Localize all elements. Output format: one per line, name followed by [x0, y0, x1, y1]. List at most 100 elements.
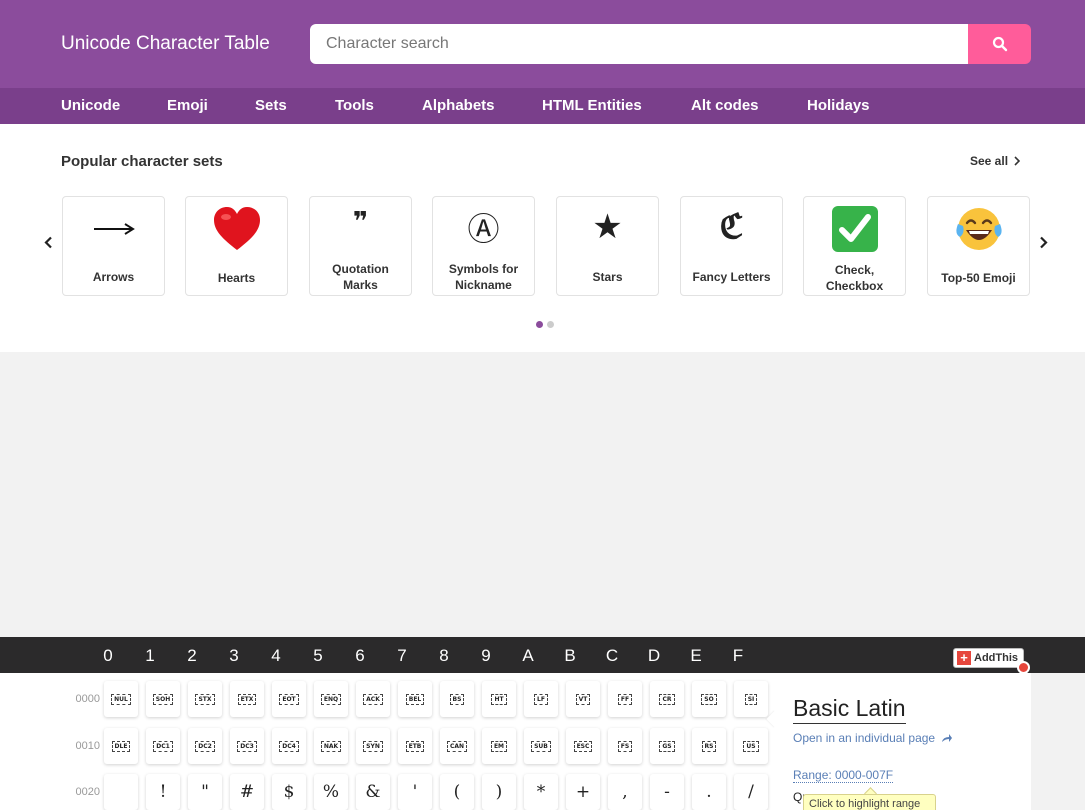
character-glyph: / — [748, 782, 754, 802]
character-cell[interactable]: ESC — [566, 728, 600, 764]
nav-item-sets[interactable]: Sets — [255, 97, 287, 114]
set-card-fancy-letters[interactable]: ℭ Fancy Letters — [680, 196, 783, 296]
carousel-prev-button[interactable] — [44, 236, 53, 254]
nav-item-holidays[interactable]: Holidays — [807, 97, 870, 114]
table-column-header: 0 1 2 3 4 5 6 7 8 9 A B C D E F — [0, 637, 1085, 673]
control-char-label: BEL — [405, 693, 425, 705]
character-cell[interactable]: DC4 — [272, 728, 306, 764]
character-cell[interactable]: STX — [188, 681, 222, 717]
nav-item-emoji[interactable]: Emoji — [167, 97, 208, 114]
character-cell[interactable]: EM — [482, 728, 516, 764]
character-cell[interactable]: / — [734, 774, 768, 810]
search-input[interactable] — [310, 24, 968, 64]
section-title: Popular character sets — [61, 153, 223, 170]
character-cell[interactable]: DC1 — [146, 728, 180, 764]
site-logo-title[interactable]: Unicode Character Table — [61, 33, 270, 55]
character-cell[interactable]: - — [650, 774, 684, 810]
character-cell[interactable]: US — [734, 728, 768, 764]
set-card-check-checkbox[interactable]: Check, Checkbox — [803, 196, 906, 296]
character-cell[interactable]: GS — [650, 728, 684, 764]
set-card-hearts[interactable]: Hearts — [185, 196, 288, 296]
character-cell[interactable]: BEL — [398, 681, 432, 717]
nav-item-alt-codes[interactable]: Alt codes — [691, 97, 759, 114]
character-cell[interactable]: NAK — [314, 728, 348, 764]
pager-dot[interactable] — [547, 321, 554, 328]
character-cell[interactable] — [104, 774, 138, 810]
character-cell[interactable]: RS — [692, 728, 726, 764]
set-card-top-50-emoji[interactable]: Top-50 Emoji — [927, 196, 1030, 296]
character-cell[interactable]: ETX — [230, 681, 264, 717]
character-cell[interactable]: ETB — [398, 728, 432, 764]
character-cell[interactable]: LF — [524, 681, 558, 717]
control-char-label: CR — [659, 693, 675, 705]
character-cell[interactable]: + — [566, 774, 600, 810]
fancy-letter-icon: ℭ — [719, 207, 744, 247]
nav-item-unicode[interactable]: Unicode — [61, 97, 120, 114]
set-card-stars[interactable]: ★ Stars — [556, 196, 659, 296]
character-cell[interactable]: CAN — [440, 728, 474, 764]
open-individual-page-link[interactable]: Open in an individual page — [793, 731, 953, 745]
character-cell[interactable]: ENQ — [314, 681, 348, 717]
character-cell[interactable]: & — [356, 774, 390, 810]
carousel-next-button[interactable] — [1039, 236, 1048, 254]
character-cell[interactable]: $ — [272, 774, 306, 810]
see-all-label: See all — [970, 154, 1009, 168]
open-link-label: Open in an individual page — [793, 731, 936, 745]
control-char-label: VT — [575, 693, 591, 705]
control-char-label: DC4 — [279, 740, 299, 752]
control-char-label: BS — [449, 693, 465, 705]
addthis-share-button[interactable]: + AddThis — [953, 648, 1024, 668]
character-cell[interactable]: ) — [482, 774, 516, 810]
popular-sets-section: Popular character sets See all Arrows He… — [0, 124, 1085, 352]
set-card-label: Fancy Letters — [692, 270, 771, 284]
character-cell[interactable]: DC2 — [188, 728, 222, 764]
set-card-symbols-for-nickname[interactable]: Ⓐ Symbols for Nickname — [432, 196, 535, 296]
character-cell[interactable]: CR — [650, 681, 684, 717]
character-cell[interactable]: ( — [440, 774, 474, 810]
range-link[interactable]: Range: 0000-007F — [793, 768, 894, 783]
character-cell[interactable]: # — [230, 774, 264, 810]
set-card-quotation-marks[interactable]: ❞ Quotation Marks — [309, 196, 412, 296]
control-char-label: FF — [617, 693, 633, 705]
character-cell[interactable]: " — [188, 774, 222, 810]
character-cell[interactable]: SOH — [146, 681, 180, 717]
control-char-label: ETB — [405, 740, 425, 752]
character-cell[interactable]: EOT — [272, 681, 306, 717]
nav-item-html-entities[interactable]: HTML Entities — [542, 97, 642, 114]
nav-item-alphabets[interactable]: Alphabets — [422, 97, 495, 114]
column-header-label: F — [732, 646, 744, 665]
addthis-label: AddThis — [974, 652, 1018, 664]
character-cell[interactable]: SYN — [356, 728, 390, 764]
character-cell[interactable]: FS — [608, 728, 642, 764]
search-button[interactable] — [968, 24, 1031, 64]
character-cell[interactable]: SO — [692, 681, 726, 717]
character-cell[interactable]: VT — [566, 681, 600, 717]
character-cell[interactable]: SUB — [524, 728, 558, 764]
character-cell[interactable]: FF — [608, 681, 642, 717]
character-cell[interactable]: ACK — [356, 681, 390, 717]
set-card-label: Arrows — [92, 270, 135, 284]
character-cell[interactable]: NUL — [104, 681, 138, 717]
character-cell[interactable]: ' — [398, 774, 432, 810]
character-cell[interactable]: ! — [146, 774, 180, 810]
chevron-right-icon — [1040, 236, 1048, 249]
character-cell[interactable]: SI — [734, 681, 768, 717]
character-glyph: % — [322, 782, 340, 802]
character-cell[interactable]: * — [524, 774, 558, 810]
character-cell[interactable]: HT — [482, 681, 516, 717]
quotation-mark-icon: ❞ — [352, 207, 369, 237]
see-all-link[interactable]: See all — [970, 154, 1021, 168]
control-char-label: CAN — [446, 740, 468, 752]
character-cell[interactable]: % — [314, 774, 348, 810]
pager-dot[interactable] — [536, 321, 543, 328]
set-card-arrows[interactable]: Arrows — [62, 196, 165, 296]
character-cell[interactable]: BS — [440, 681, 474, 717]
star-icon: ★ — [592, 207, 623, 247]
character-cell[interactable]: . — [692, 774, 726, 810]
nav-item-tools[interactable]: Tools — [335, 97, 374, 114]
column-header-label: D — [647, 646, 661, 665]
character-cell[interactable]: DC3 — [230, 728, 264, 764]
set-card-label: Stars — [592, 270, 623, 284]
character-cell[interactable]: DLE — [104, 728, 138, 764]
character-cell[interactable]: , — [608, 774, 642, 810]
